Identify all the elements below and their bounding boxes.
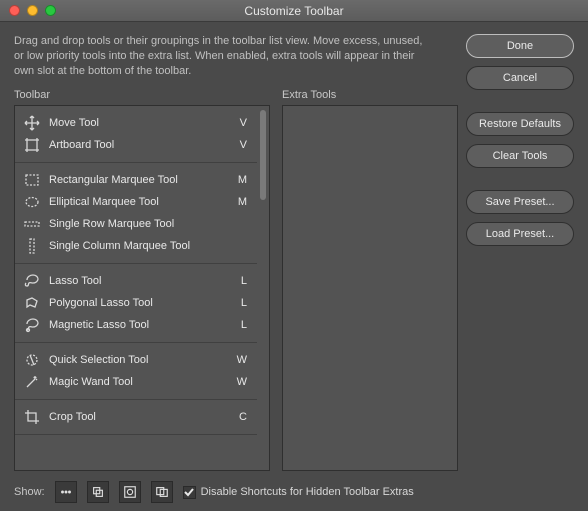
load-preset-button[interactable]: Load Preset... — [466, 222, 574, 246]
disable-shortcuts-checkbox[interactable]: Disable Shortcuts for Hidden Toolbar Ext… — [183, 486, 414, 499]
tool-name: Quick Selection Tool — [49, 354, 233, 366]
toolbar-list[interactable]: Move ToolVArtboard ToolVRectangular Marq… — [14, 105, 270, 471]
tool-name: Magnetic Lasso Tool — [49, 319, 233, 331]
titlebar: Customize Toolbar — [0, 0, 588, 22]
description-text: Drag and drop tools or their groupings i… — [14, 34, 434, 79]
tool-shortcut: W — [233, 376, 247, 388]
window-title: Customize Toolbar — [0, 4, 588, 18]
tool-row[interactable]: Polygonal Lasso ToolL — [15, 292, 257, 314]
artboard-icon — [23, 136, 41, 154]
tool-name: Single Column Marquee Tool — [49, 240, 233, 252]
col-marquee-icon — [23, 237, 41, 255]
show-swatches-button[interactable] — [87, 481, 109, 503]
tool-row[interactable]: Magnetic Lasso ToolL — [15, 314, 257, 336]
tool-shortcut: V — [233, 139, 247, 151]
tool-name: Move Tool — [49, 117, 233, 129]
row-marquee-icon — [23, 215, 41, 233]
tool-name: Artboard Tool — [49, 139, 233, 151]
tool-shortcut: M — [233, 196, 247, 208]
tool-shortcut: C — [233, 411, 247, 423]
show-screenmode-button[interactable] — [151, 481, 173, 503]
tool-row[interactable]: Single Row Marquee Tool — [15, 213, 257, 235]
tool-name: Elliptical Marquee Tool — [49, 196, 233, 208]
extra-tools-label: Extra Tools — [282, 89, 458, 101]
ellipse-marquee-icon — [23, 193, 41, 211]
tool-row[interactable]: Single Column Marquee Tool — [15, 235, 257, 257]
wand-icon — [23, 373, 41, 391]
disable-shortcuts-label: Disable Shortcuts for Hidden Toolbar Ext… — [201, 486, 414, 498]
quick-sel-icon — [23, 351, 41, 369]
tool-shortcut: L — [233, 319, 247, 331]
tool-shortcut: L — [233, 297, 247, 309]
toolbar-label: Toolbar — [14, 89, 270, 101]
tool-row[interactable]: Artboard ToolV — [15, 134, 257, 156]
tool-shortcut: M — [233, 174, 247, 186]
show-menu-button[interactable] — [55, 481, 77, 503]
tool-name: Rectangular Marquee Tool — [49, 174, 233, 186]
mag-lasso-icon — [23, 316, 41, 334]
tool-row[interactable]: Quick Selection ToolW — [15, 349, 257, 371]
scrollbar-thumb[interactable] — [260, 110, 266, 200]
poly-lasso-icon — [23, 294, 41, 312]
tool-row[interactable]: Move ToolV — [15, 112, 257, 134]
tool-shortcut: V — [233, 117, 247, 129]
tool-name: Crop Tool — [49, 411, 233, 423]
tool-name: Lasso Tool — [49, 275, 233, 287]
tool-shortcut: W — [233, 354, 247, 366]
checkbox-icon — [183, 486, 196, 499]
cancel-button[interactable]: Cancel — [466, 66, 574, 90]
crop-icon — [23, 408, 41, 426]
tool-name: Single Row Marquee Tool — [49, 218, 233, 230]
scrollbar[interactable] — [260, 110, 266, 466]
clear-tools-button[interactable]: Clear Tools — [466, 144, 574, 168]
restore-defaults-button[interactable]: Restore Defaults — [466, 112, 574, 136]
tool-name: Polygonal Lasso Tool — [49, 297, 233, 309]
show-label: Show: — [14, 486, 45, 498]
save-preset-button[interactable]: Save Preset... — [466, 190, 574, 214]
lasso-icon — [23, 272, 41, 290]
tool-row[interactable]: Lasso ToolL — [15, 270, 257, 292]
tool-row[interactable]: Elliptical Marquee ToolM — [15, 191, 257, 213]
rect-marquee-icon — [23, 171, 41, 189]
tool-row[interactable]: Rectangular Marquee ToolM — [15, 169, 257, 191]
move-icon — [23, 114, 41, 132]
tool-row[interactable]: Crop ToolC — [15, 406, 257, 428]
tool-name: Magic Wand Tool — [49, 376, 233, 388]
extra-tools-list[interactable] — [282, 105, 458, 471]
show-quickmask-button[interactable] — [119, 481, 141, 503]
tool-row[interactable]: Magic Wand ToolW — [15, 371, 257, 393]
tool-shortcut: L — [233, 275, 247, 287]
done-button[interactable]: Done — [466, 34, 574, 58]
